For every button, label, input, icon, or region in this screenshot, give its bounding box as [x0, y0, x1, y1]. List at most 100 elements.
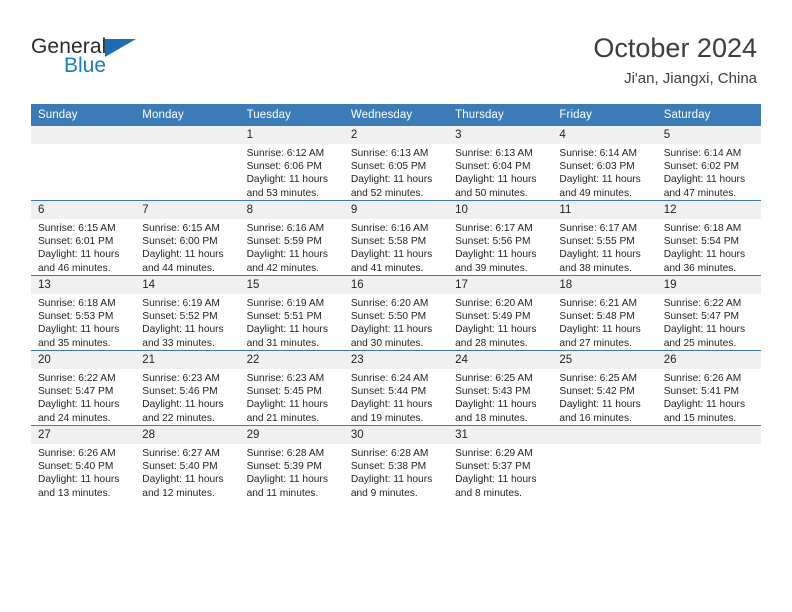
- calendar-day-cell[interactable]: 22 Sunrise: 6:23 AM Sunset: 5:45 PM Dayligh…: [239, 350, 344, 426]
- calendar-day-cell[interactable]: 11 Sunrise: 6:17 AM Sunset: 5:55 PM Dayligh…: [552, 200, 657, 276]
- daylight-text-line1: Daylight: 11 hours: [663, 324, 746, 336]
- day-details: Sunrise: 6:17 AM Sunset: 5:55 PM Daylight:…: [552, 219, 656, 275]
- sunset-text: Sunset: 5:42 PM: [559, 386, 635, 398]
- calendar-day-cell[interactable]: 19 Sunrise: 6:22 AM Sunset: 5:47 PM Dayligh…: [656, 275, 761, 351]
- general-blue-logo[interactable]: General Blue: [31, 36, 181, 84]
- sunset-text: Sunset: 5:56 PM: [455, 236, 531, 248]
- daylight-text-line1: Daylight: 11 hours: [663, 399, 746, 411]
- sunset-text: Sunset: 6:04 PM: [455, 161, 531, 173]
- sunrise-text: Sunrise: 6:25 AM: [559, 373, 637, 384]
- sunrise-text: Sunrise: 6:23 AM: [142, 373, 220, 384]
- daylight-text-line1: Daylight: 11 hours: [142, 249, 224, 261]
- daylight-text-line1: Daylight: 11 hours: [350, 399, 433, 411]
- sunset-text: Sunset: 5:37 PM: [455, 461, 531, 473]
- day-number: 1: [239, 126, 344, 144]
- calendar-day-cell[interactable]: 6 Sunrise: 6:15 AM Sunset: 6:01 PM Daylight…: [31, 200, 136, 276]
- calendar-day-cell[interactable]: 17 Sunrise: 6:20 AM Sunset: 5:49 PM Dayligh…: [448, 275, 553, 351]
- calendar-day-cell[interactable]: 8 Sunrise: 6:16 AM Sunset: 5:59 PM Daylight…: [239, 200, 344, 276]
- calendar-day-cell[interactable]: 28 Sunrise: 6:27 AM Sunset: 5:40 PM Dayligh…: [135, 425, 240, 500]
- daylight-text-line1: Daylight: 11 hours: [350, 174, 433, 186]
- day-details: Sunrise: 6:20 AM Sunset: 5:50 PM Daylight:…: [344, 294, 448, 350]
- calendar-day-cell[interactable]: 1 Sunrise: 6:12 AM Sunset: 6:06 PM Daylight…: [239, 126, 344, 201]
- sunrise-text: Sunrise: 6:28 AM: [246, 448, 325, 459]
- calendar-day-cell[interactable]: 21 Sunrise: 6:23 AM Sunset: 5:46 PM Dayligh…: [135, 350, 240, 426]
- daylight-text-line1: Daylight: 11 hours: [455, 249, 537, 261]
- daylight-text-line2: and 52 minutes.: [350, 187, 424, 199]
- calendar-day-cell[interactable]: 30 Sunrise: 6:28 AM Sunset: 5:38 PM Dayligh…: [343, 425, 449, 500]
- sunrise-text: Sunrise: 6:20 AM: [350, 298, 429, 309]
- calendar-day-cell[interactable]: 7 Sunrise: 6:15 AM Sunset: 6:00 PM Daylight…: [135, 200, 240, 276]
- daylight-text-line1: Daylight: 11 hours: [559, 324, 641, 336]
- day-number: 29: [239, 426, 344, 444]
- sunset-text: Sunset: 5:41 PM: [663, 386, 740, 398]
- sunset-text: Sunset: 6:02 PM: [663, 161, 740, 173]
- calendar-day-cell[interactable]: 3 Sunrise: 6:13 AM Sunset: 6:04 PM Daylight…: [448, 126, 553, 201]
- daylight-text-line2: and 39 minutes.: [455, 262, 528, 274]
- day-details: Sunrise: 6:26 AM Sunset: 5:40 PM Daylight:…: [31, 444, 135, 500]
- daylight-text-line2: and 18 minutes.: [455, 412, 528, 424]
- calendar-day-cell[interactable]: 25 Sunrise: 6:25 AM Sunset: 5:42 PM Dayligh…: [552, 350, 657, 426]
- daylight-text-line1: Daylight: 11 hours: [455, 324, 537, 336]
- calendar-day-cell[interactable]: 27 Sunrise: 6:26 AM Sunset: 5:40 PM Dayligh…: [31, 425, 136, 500]
- day-number: 12: [656, 201, 761, 219]
- calendar-day-cell[interactable]: 20 Sunrise: 6:22 AM Sunset: 5:47 PM Dayligh…: [31, 350, 136, 426]
- calendar-day-cell[interactable]: 26 Sunrise: 6:26 AM Sunset: 5:41 PM Dayligh…: [656, 350, 761, 426]
- day-details: Sunrise: 6:24 AM Sunset: 5:44 PM Daylight:…: [344, 369, 448, 425]
- sunset-text: Sunset: 5:39 PM: [246, 461, 322, 473]
- day-details: Sunrise: 6:27 AM Sunset: 5:40 PM Daylight:…: [135, 444, 239, 500]
- page-title: October 2024: [593, 33, 757, 63]
- calendar-day-cell[interactable]: 18 Sunrise: 6:21 AM Sunset: 5:48 PM Dayligh…: [552, 275, 657, 351]
- daylight-text-line1: Daylight: 11 hours: [455, 474, 537, 486]
- daylight-text-line2: and 50 minutes.: [455, 187, 528, 199]
- daylight-text-line2: and 36 minutes.: [663, 262, 737, 274]
- sunset-text: Sunset: 5:44 PM: [350, 386, 427, 398]
- calendar-day-cell[interactable]: 12 Sunrise: 6:18 AM Sunset: 5:54 PM Dayligh…: [656, 200, 761, 276]
- day-details: Sunrise: 6:25 AM Sunset: 5:43 PM Daylight:…: [448, 369, 552, 425]
- day-number: 14: [135, 276, 240, 294]
- calendar-day-cell[interactable]: 14 Sunrise: 6:19 AM Sunset: 5:52 PM Dayligh…: [135, 275, 240, 351]
- sunset-text: Sunset: 5:49 PM: [455, 311, 531, 323]
- calendar-day-cell[interactable]: 15 Sunrise: 6:19 AM Sunset: 5:51 PM Dayligh…: [239, 275, 344, 351]
- calendar-day-cell[interactable]: 23 Sunrise: 6:24 AM Sunset: 5:44 PM Dayligh…: [343, 350, 449, 426]
- calendar-day-cell[interactable]: 31 Sunrise: 6:29 AM Sunset: 5:37 PM Dayligh…: [448, 425, 553, 500]
- day-number: 4: [552, 126, 657, 144]
- weekday-header-sunday: Sunday: [31, 104, 136, 126]
- daylight-text-line1: Daylight: 11 hours: [38, 249, 120, 261]
- page-header: General Blue October 2024 Ji'an, Jiangxi…: [0, 0, 792, 100]
- calendar-cell-empty: [552, 425, 657, 500]
- daylight-text-line2: and 38 minutes.: [559, 262, 632, 274]
- daylight-text-line1: Daylight: 11 hours: [246, 474, 328, 486]
- day-details: Sunrise: 6:19 AM Sunset: 5:51 PM Daylight:…: [240, 294, 344, 350]
- day-details: Sunrise: 6:14 AM Sunset: 6:02 PM Daylight:…: [657, 144, 761, 200]
- day-details: Sunrise: 6:20 AM Sunset: 5:49 PM Daylight:…: [448, 294, 552, 350]
- calendar-day-cell[interactable]: 24 Sunrise: 6:25 AM Sunset: 5:43 PM Dayligh…: [448, 350, 553, 426]
- day-details: Sunrise: 6:14 AM Sunset: 6:03 PM Daylight:…: [552, 144, 656, 200]
- daylight-text-line2: and 25 minutes.: [663, 337, 737, 349]
- sunrise-text: Sunrise: 6:17 AM: [559, 223, 637, 234]
- calendar-day-cell[interactable]: 9 Sunrise: 6:16 AM Sunset: 5:58 PM Daylight…: [343, 200, 449, 276]
- daylight-text-line2: and 9 minutes.: [350, 487, 418, 499]
- calendar-day-cell[interactable]: 29 Sunrise: 6:28 AM Sunset: 5:39 PM Dayligh…: [239, 425, 344, 500]
- weekday-header-monday: Monday: [135, 104, 240, 126]
- day-number: 10: [448, 201, 553, 219]
- sunrise-text: Sunrise: 6:22 AM: [663, 298, 742, 309]
- day-number: 9: [343, 201, 449, 219]
- calendar-day-cell[interactable]: 10 Sunrise: 6:17 AM Sunset: 5:56 PM Dayligh…: [448, 200, 553, 276]
- day-details: Sunrise: 6:22 AM Sunset: 5:47 PM Daylight:…: [657, 294, 761, 350]
- calendar-day-cell[interactable]: 16 Sunrise: 6:20 AM Sunset: 5:50 PM Dayligh…: [343, 275, 449, 351]
- daylight-text-line1: Daylight: 11 hours: [142, 324, 224, 336]
- calendar-day-cell[interactable]: 2 Sunrise: 6:13 AM Sunset: 6:05 PM Daylight…: [343, 126, 449, 201]
- calendar-day-cell[interactable]: 5 Sunrise: 6:14 AM Sunset: 6:02 PM Daylight…: [656, 126, 761, 201]
- calendar-day-cell[interactable]: 4 Sunrise: 6:14 AM Sunset: 6:03 PM Daylight…: [552, 126, 657, 201]
- sunset-text: Sunset: 5:45 PM: [246, 386, 322, 398]
- calendar-day-cell[interactable]: 13 Sunrise: 6:18 AM Sunset: 5:53 PM Dayligh…: [31, 275, 136, 351]
- weekday-header-saturday: Saturday: [656, 104, 761, 126]
- day-details: Sunrise: 6:22 AM Sunset: 5:47 PM Daylight:…: [31, 369, 135, 425]
- daylight-text-line1: Daylight: 11 hours: [559, 249, 641, 261]
- sunset-text: Sunset: 5:58 PM: [350, 236, 427, 248]
- day-number: 3: [448, 126, 553, 144]
- triangle-icon: [105, 39, 136, 57]
- daylight-text-line1: Daylight: 11 hours: [559, 399, 641, 411]
- sunset-text: Sunset: 5:40 PM: [38, 461, 114, 473]
- sunset-text: Sunset: 5:50 PM: [350, 311, 427, 323]
